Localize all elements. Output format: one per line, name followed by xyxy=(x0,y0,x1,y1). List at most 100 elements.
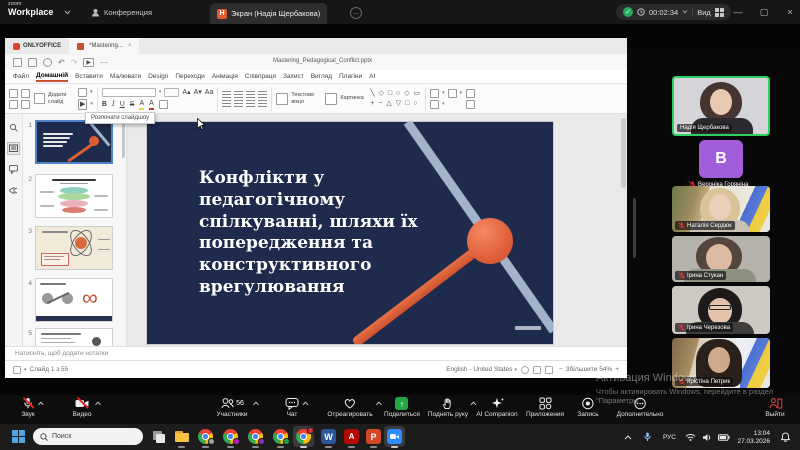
menu-plugins[interactable]: Плагіни xyxy=(339,73,362,80)
more-options-button[interactable]: Дополнительно xyxy=(617,397,664,418)
arrange-shape-icon[interactable] xyxy=(430,89,439,98)
menu-animation[interactable]: Анімація xyxy=(212,73,238,80)
menu-collaboration[interactable]: Співпраця xyxy=(245,73,276,80)
spellcheck-icon[interactable] xyxy=(521,366,529,374)
align-shape-icon[interactable] xyxy=(430,100,439,109)
chevron-down-icon[interactable] xyxy=(64,10,71,15)
copystyle-icon[interactable] xyxy=(21,100,30,109)
chevron-down-icon[interactable] xyxy=(682,10,688,14)
tab-conference[interactable]: Конференция xyxy=(84,3,159,22)
bold-button[interactable]: B xyxy=(102,100,107,109)
record-button[interactable]: Запись xyxy=(577,397,598,418)
columns-icon[interactable] xyxy=(258,100,267,107)
file-explorer-button[interactable] xyxy=(173,428,190,445)
indent-decrease-icon[interactable] xyxy=(246,91,255,98)
menu-ai[interactable]: AI xyxy=(369,73,375,80)
insert-textbox-button[interactable]: Текстове вікно xyxy=(276,92,321,104)
participant-tile[interactable]: Ірина Черезова xyxy=(672,286,770,334)
chevron-up-icon[interactable] xyxy=(95,401,102,406)
word-button[interactable]: W xyxy=(320,428,337,445)
print-icon[interactable] xyxy=(28,58,37,67)
more-actions-icon[interactable]: ⋯ xyxy=(100,58,108,67)
zoom-app-button[interactable] xyxy=(386,428,403,445)
slide-5-thumbnail[interactable] xyxy=(35,328,113,346)
wifi-icon[interactable] xyxy=(685,424,696,450)
shapes-gallery[interactable]: ╲ ◇ □ ○ ◇ ▭ + − △ ▽ □ ○ xyxy=(370,90,421,108)
chrome-button[interactable] xyxy=(247,428,264,445)
slideshow-button[interactable]: ▶ xyxy=(78,99,87,110)
slide-3-thumbnail[interactable] xyxy=(35,226,113,270)
chrome-button[interactable] xyxy=(272,428,289,445)
participant-avatar[interactable]: В xyxy=(699,140,743,178)
add-slide-status-icon[interactable] xyxy=(13,366,21,374)
document-tab[interactable]: *Mastering... × xyxy=(69,38,139,54)
align-center-icon[interactable] xyxy=(234,100,243,107)
volume-icon[interactable] xyxy=(702,424,712,450)
shape-outline-icon[interactable] xyxy=(448,89,457,98)
indent-increase-icon[interactable] xyxy=(258,91,267,98)
select-tool-icon[interactable] xyxy=(466,89,475,98)
menu-transitions[interactable]: Переходи xyxy=(175,73,204,80)
onlyoffice-app-tab[interactable]: ONLYOFFICE xyxy=(5,38,69,54)
line-spacing-icon[interactable] xyxy=(246,100,255,107)
bullet-list-icon[interactable] xyxy=(222,91,231,98)
menu-design[interactable]: Design xyxy=(148,73,168,80)
undo-icon[interactable]: ↶ xyxy=(58,58,65,67)
ai-companion-button[interactable]: AI Companion xyxy=(476,397,517,418)
slide-layout-icon[interactable] xyxy=(78,88,87,97)
thumbnail-row-5[interactable]: 5 xyxy=(23,328,127,346)
zoom-in-button[interactable]: + xyxy=(615,366,619,373)
security-shield-icon[interactable]: ✓ xyxy=(623,7,633,17)
comments-icon[interactable] xyxy=(8,164,19,175)
acrobat-button[interactable]: A xyxy=(343,428,360,445)
copy-icon[interactable] xyxy=(9,89,18,98)
thumbnail-row-1[interactable]: 1 xyxy=(23,120,127,164)
apps-button[interactable]: Приложения xyxy=(526,397,564,418)
leave-button[interactable]: Выйти xyxy=(765,397,784,418)
save-icon[interactable] xyxy=(13,58,22,67)
chat-button[interactable]: Чат xyxy=(285,397,299,418)
canvas-scrollbar[interactable] xyxy=(621,118,626,188)
chrome-button-active[interactable] xyxy=(295,428,312,445)
maximize-button[interactable]: ▢ xyxy=(752,0,776,24)
view-label[interactable]: Вид xyxy=(697,8,711,17)
sidebar-scrollbar[interactable] xyxy=(633,198,636,258)
redo-icon[interactable]: ↷ xyxy=(71,58,78,67)
italic-button[interactable]: I xyxy=(112,100,115,109)
menu-protection[interactable]: Захист xyxy=(283,73,304,80)
chrome-button[interactable] xyxy=(197,428,214,445)
thumbnail-row-2[interactable]: 2 xyxy=(23,174,127,218)
change-case-icon[interactable]: Aa xyxy=(205,88,214,97)
insert-image-button[interactable]: Картинка xyxy=(325,93,366,105)
slide-4-thumbnail[interactable]: ∞ xyxy=(35,278,113,322)
numbered-list-icon[interactable] xyxy=(234,91,243,98)
quick-print-icon[interactable] xyxy=(43,58,52,67)
task-view-button[interactable] xyxy=(150,428,167,445)
underline-button[interactable]: U xyxy=(120,100,125,109)
highlight-color-button[interactable]: A xyxy=(139,99,144,110)
feedback-icon[interactable] xyxy=(8,185,19,196)
search-icon[interactable] xyxy=(8,122,19,133)
thumbnail-row-4[interactable]: 4 ∞ xyxy=(23,278,127,322)
font-size-box[interactable] xyxy=(164,88,179,97)
menu-insert[interactable]: Вставити xyxy=(75,73,103,80)
chrome-button[interactable] xyxy=(222,428,239,445)
battery-icon[interactable] xyxy=(718,424,730,450)
thumbnails-scrollbar[interactable] xyxy=(122,118,125,158)
menu-draw[interactable]: Малювати xyxy=(110,73,141,80)
align-left-icon[interactable] xyxy=(222,100,231,107)
share-screen-button[interactable]: ↑ Поделиться xyxy=(384,397,420,418)
thumbnail-row-3[interactable]: 3 xyxy=(23,226,127,270)
chevron-up-icon[interactable] xyxy=(38,401,45,406)
clock-date[interactable]: 13:04 27.03.2026 xyxy=(737,424,770,450)
font-name-box[interactable] xyxy=(102,88,156,97)
menu-view[interactable]: Вигляд xyxy=(311,73,332,80)
minimize-button[interactable]: — xyxy=(726,0,750,24)
audio-button[interactable]: Звук xyxy=(21,397,34,418)
menu-file[interactable]: Файл xyxy=(13,73,29,80)
decrease-font-icon[interactable]: A▾ xyxy=(194,88,202,97)
view-grid-icon[interactable] xyxy=(715,8,724,17)
slide-2-thumbnail[interactable] xyxy=(35,174,113,218)
strikethrough-button[interactable]: S xyxy=(130,100,135,109)
document-language[interactable]: English - United States xyxy=(446,366,512,373)
